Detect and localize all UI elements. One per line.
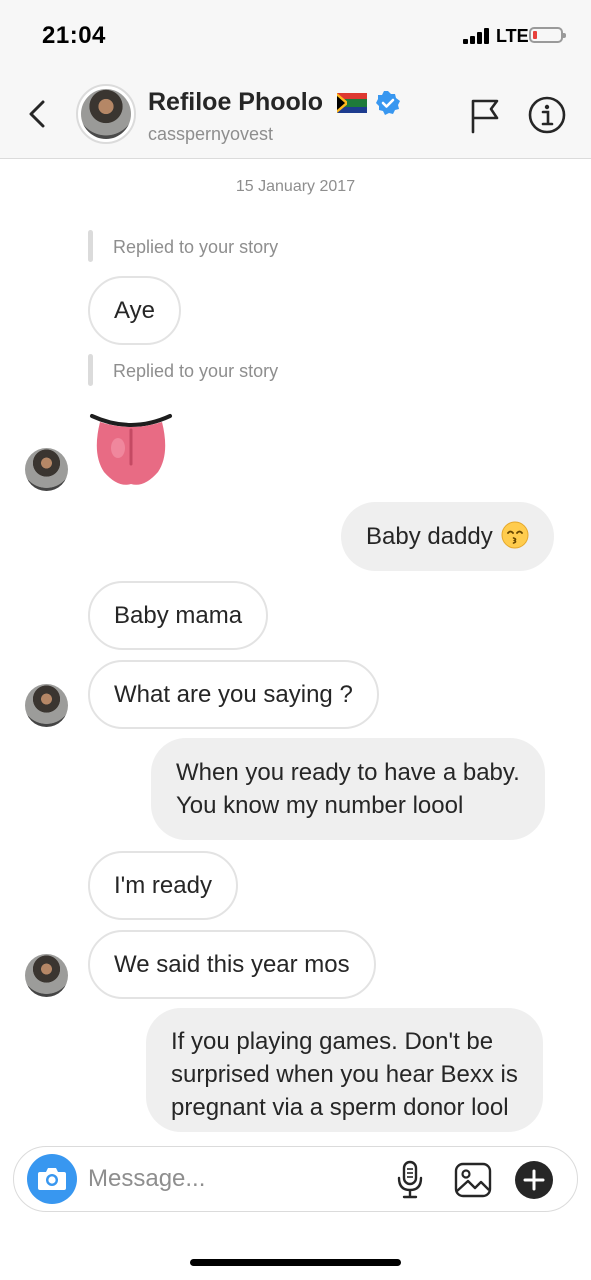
camera-icon <box>38 1168 66 1190</box>
contact-username: casspernyovest <box>148 124 274 144</box>
conversation-header: Refiloe Phoolo casspernyovest <box>0 70 591 159</box>
info-icon <box>528 96 566 134</box>
incoming-message[interactable]: Aye <box>88 276 181 345</box>
more-options-button[interactable] <box>515 1161 553 1199</box>
message-input[interactable] <box>88 1160 368 1198</box>
info-button[interactable] <box>528 96 566 134</box>
network-type: LTE <box>496 26 529 46</box>
back-chevron-icon <box>29 100 45 128</box>
incoming-message[interactable]: What are you saying ? <box>88 660 379 729</box>
back-button[interactable] <box>24 94 54 134</box>
report-flag-icon <box>471 99 499 134</box>
status-bar: 21:04 LTE <box>0 0 591 70</box>
camera-button[interactable] <box>27 1154 77 1204</box>
report-button[interactable] <box>468 96 502 134</box>
south-africa-flag-icon <box>337 93 367 113</box>
contact-avatar[interactable] <box>76 84 136 144</box>
signal-strength-icon <box>463 28 491 44</box>
outgoing-message[interactable]: When you ready to have a baby. You know … <box>151 738 545 840</box>
battery-level <box>533 31 537 39</box>
sender-avatar[interactable] <box>25 954 68 997</box>
outgoing-message[interactable]: If you playing games. Don't be surprised… <box>146 1008 543 1132</box>
outgoing-message[interactable]: Baby daddy <box>341 502 554 571</box>
stuck-out-tongue-emoji[interactable] <box>88 408 174 488</box>
gallery-button[interactable] <box>453 1161 493 1199</box>
voice-message-button[interactable] <box>396 1160 424 1200</box>
date-separator: 15 January 2017 <box>235 178 356 195</box>
gallery-icon <box>454 1162 492 1198</box>
verified-badge-icon <box>376 91 400 115</box>
home-indicator[interactable] <box>190 1259 401 1266</box>
message-composer <box>13 1146 578 1212</box>
battery-icon <box>529 27 566 43</box>
kissing-smiling-eyes-emoji <box>501 521 529 549</box>
sender-avatar[interactable] <box>25 684 68 727</box>
microphone-icon <box>397 1160 423 1199</box>
incoming-message[interactable]: We said this year mos <box>88 930 376 999</box>
sender-avatar[interactable] <box>25 448 68 491</box>
incoming-message[interactable]: I'm ready <box>88 851 238 920</box>
status-time: 21:04 <box>42 22 106 49</box>
contact-display-name[interactable]: Refiloe Phoolo <box>148 88 323 117</box>
incoming-message[interactable]: Baby mama <box>88 581 269 650</box>
plus-icon <box>515 1161 553 1199</box>
